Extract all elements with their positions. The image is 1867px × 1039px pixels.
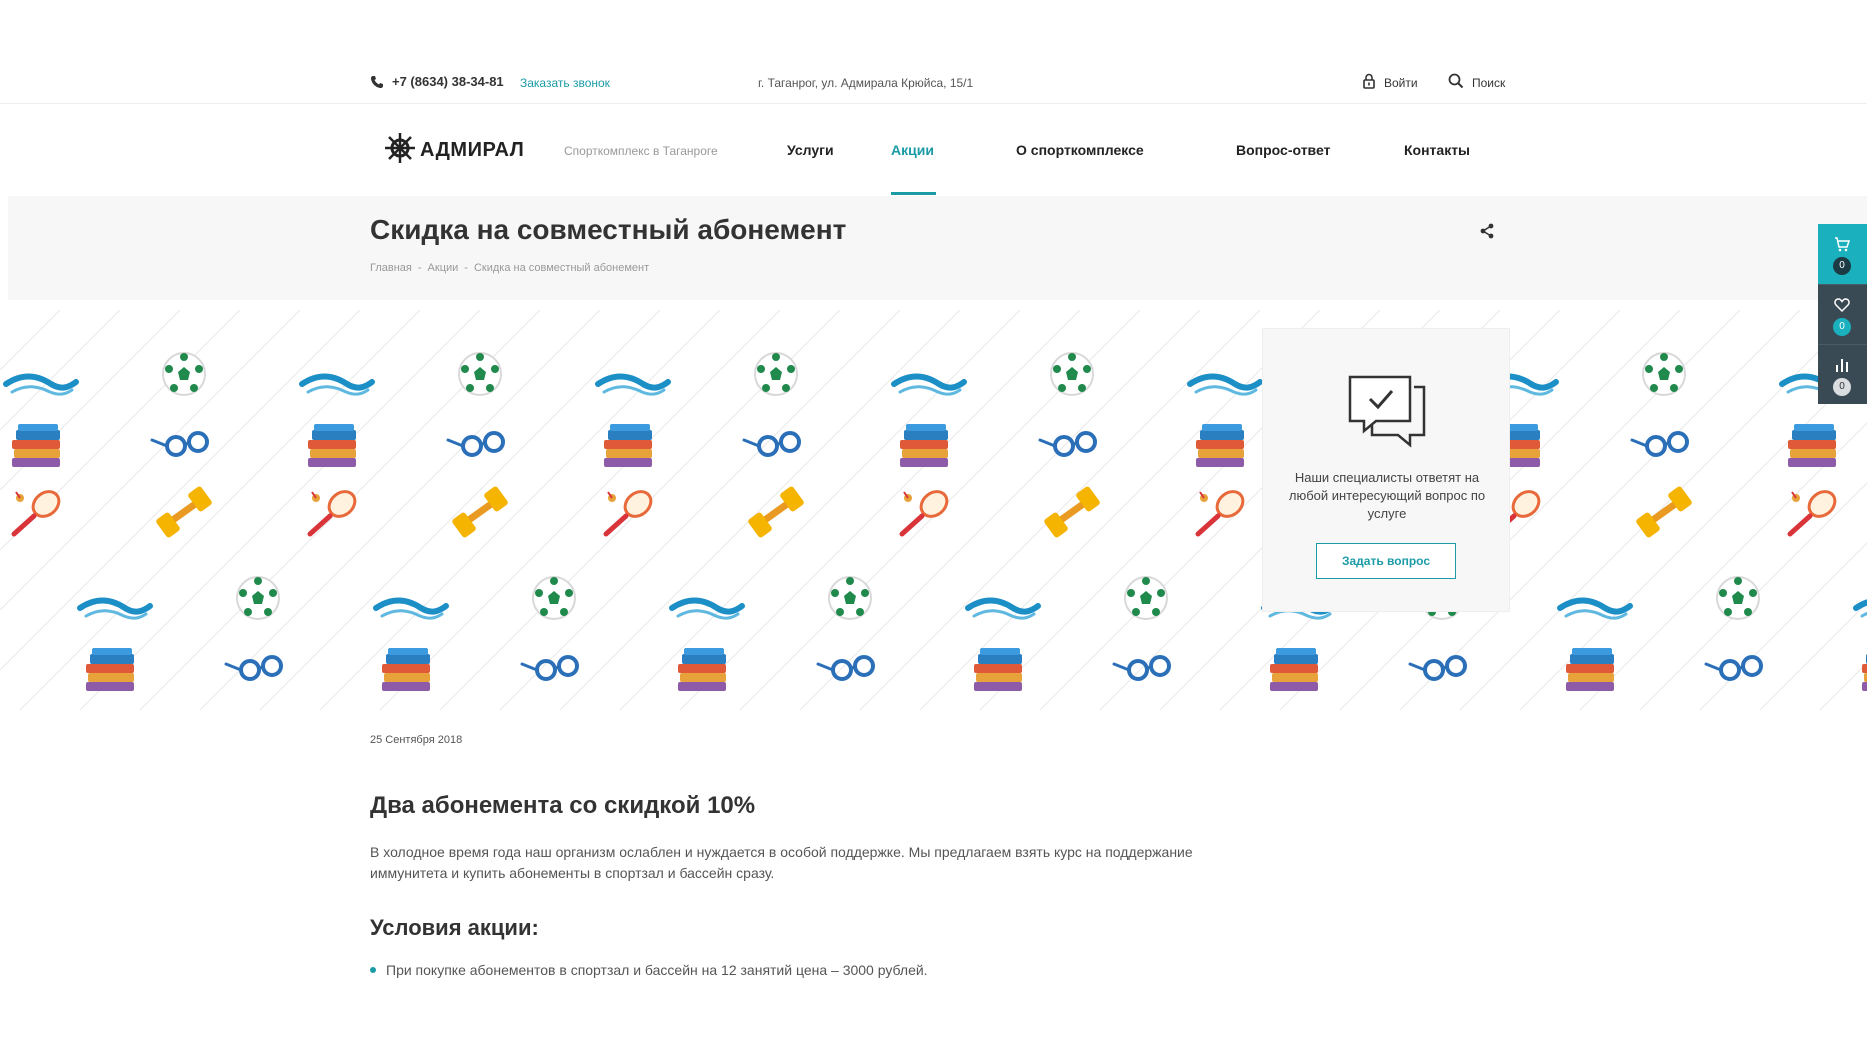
ball-illustration bbox=[1050, 352, 1094, 396]
compare-count: 0 bbox=[1833, 378, 1851, 396]
side-favorites-button[interactable]: 0 bbox=[1818, 284, 1867, 344]
books-illustration bbox=[1788, 424, 1836, 467]
books-illustration bbox=[1566, 648, 1614, 691]
breadcrumb: Главная - Акции - Скидка на совместный а… bbox=[370, 262, 649, 274]
nav-services[interactable]: Услуги bbox=[787, 142, 834, 158]
publish-date: 25 Сентября 2018 bbox=[370, 734, 463, 746]
ball-illustration bbox=[1642, 352, 1686, 396]
heart-icon bbox=[1834, 297, 1850, 313]
sports-pattern-illustration bbox=[0, 310, 1867, 710]
ball-illustration bbox=[236, 576, 280, 620]
cart-icon bbox=[1834, 236, 1851, 252]
books-illustration bbox=[1270, 648, 1318, 691]
phone-block[interactable]: +7 (8634) 38-34-81 bbox=[370, 74, 504, 89]
nav-about[interactable]: О спорткомплексе bbox=[1016, 142, 1144, 158]
cart-count: 0 bbox=[1833, 257, 1851, 275]
nav-contacts[interactable]: Контакты bbox=[1404, 142, 1470, 158]
books-illustration bbox=[678, 648, 726, 691]
login-label: Войти bbox=[1384, 75, 1418, 90]
condition-text: При покупке абонементов в спортзал и бас… bbox=[386, 962, 928, 978]
ball-illustration bbox=[1716, 576, 1760, 620]
breadcrumb-home[interactable]: Главная bbox=[370, 262, 412, 274]
ball-illustration bbox=[754, 352, 798, 396]
search-label: Поиск bbox=[1472, 75, 1506, 90]
chat-check-icon bbox=[1346, 373, 1428, 449]
bar-chart-icon bbox=[1834, 357, 1850, 373]
ball-illustration bbox=[1124, 576, 1168, 620]
books-illustration bbox=[86, 648, 134, 691]
ball-illustration bbox=[458, 352, 502, 396]
ball-illustration bbox=[162, 352, 206, 396]
bullet-dot bbox=[370, 967, 376, 973]
books-illustration bbox=[604, 424, 652, 467]
lock-icon bbox=[1362, 73, 1376, 92]
ball-illustration bbox=[828, 576, 872, 620]
promo-banner-image bbox=[0, 310, 1867, 710]
side-panel: 0 0 0 bbox=[1818, 224, 1867, 404]
side-compare-button[interactable]: 0 bbox=[1818, 344, 1867, 404]
conditions-heading: Условия акции: bbox=[370, 915, 539, 940]
top-bar: +7 (8634) 38-34-81 Заказать звонок г. Та… bbox=[0, 62, 1867, 104]
books-illustration bbox=[308, 424, 356, 467]
nav-faq[interactable]: Вопрос-ответ bbox=[1236, 142, 1330, 158]
nav-promotions[interactable]: Акции bbox=[891, 142, 934, 158]
side-cart-button[interactable]: 0 bbox=[1818, 224, 1867, 284]
search-icon bbox=[1448, 73, 1464, 92]
ball-illustration bbox=[532, 576, 576, 620]
logo-text: АДМИРАЛ bbox=[420, 139, 525, 161]
question-card: Наши специалисты ответят на любой интере… bbox=[1262, 328, 1510, 612]
list-item: При покупке абонементов в спортзал и бас… bbox=[370, 962, 928, 978]
breadcrumb-separator: - bbox=[464, 262, 468, 274]
share-icon[interactable] bbox=[1478, 222, 1496, 240]
login-button[interactable]: Войти bbox=[1362, 73, 1418, 92]
ask-question-button[interactable]: Задать вопрос bbox=[1316, 543, 1456, 579]
question-card-text: Наши специалисты ответят на любой интере… bbox=[1288, 470, 1486, 521]
content-heading: Два абонемента со скидкой 10% bbox=[370, 792, 756, 819]
phone-icon bbox=[370, 75, 384, 89]
content-paragraph: В холодное время года наш организм ослаб… bbox=[370, 844, 1193, 881]
page-title-band: Скидка на совместный абонемент Главная -… bbox=[8, 196, 1867, 300]
logo[interactable]: АДМИРАЛ bbox=[384, 132, 524, 169]
page-title: Скидка на совместный абонемент bbox=[370, 214, 847, 245]
breadcrumb-separator: - bbox=[417, 262, 422, 274]
favorites-count: 0 bbox=[1833, 318, 1851, 336]
books-illustration bbox=[900, 424, 948, 467]
nav-active-indicator bbox=[891, 192, 936, 195]
books-illustration bbox=[1196, 424, 1244, 467]
main-header: АДМИРАЛ Спорткомплекс в Таганроге Услуги… bbox=[0, 104, 1867, 196]
breadcrumb-current: Скидка на совместный абонемент bbox=[473, 262, 650, 274]
search-button[interactable]: Поиск bbox=[1448, 73, 1505, 92]
books-illustration bbox=[382, 648, 430, 691]
callback-link[interactable]: Заказать звонок bbox=[520, 76, 610, 90]
breadcrumb-promotions[interactable]: Акции bbox=[428, 262, 459, 274]
books-illustration bbox=[12, 424, 60, 467]
tagline: Спорткомплекс в Таганроге bbox=[564, 144, 718, 158]
address-text: г. Таганрог, ул. Адмирала Крюйса, 15/1 bbox=[758, 76, 974, 90]
books-illustration bbox=[974, 648, 1022, 691]
ship-wheel-icon bbox=[384, 132, 416, 169]
phone-number[interactable]: +7 (8634) 38-34-81 bbox=[392, 74, 504, 89]
